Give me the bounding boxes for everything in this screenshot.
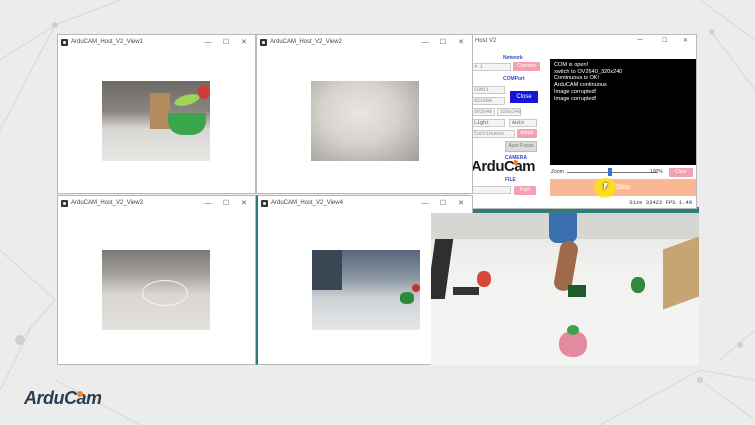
minimize-icon[interactable]: — <box>416 200 434 207</box>
view2-titlebar[interactable]: ArduCAM_Host_V2_View2 — ☐ ✕ <box>257 35 472 49</box>
terminal-line: ArduCAM continuous <box>554 82 607 89</box>
terminal-line: Image corrupted! <box>554 95 597 102</box>
mouse-cursor-icon <box>604 183 608 190</box>
monitor-edge <box>431 239 454 299</box>
person-arm <box>549 213 577 243</box>
view4-camera-image <box>312 250 420 330</box>
terminal-line: COM is open! <box>554 62 589 68</box>
zoom-slider[interactable] <box>567 172 657 173</box>
app-icon <box>61 38 68 46</box>
adapt-button[interactable]: Adapt <box>517 129 537 138</box>
minimize-icon[interactable]: — <box>199 39 217 46</box>
ip-field[interactable]: 4.1 <box>471 63 511 71</box>
view2-title: ArduCAM_Host_V2_View2 <box>270 39 342 45</box>
brand-logo-text: ArduCam <box>24 388 102 408</box>
auto-focus-button[interactable]: Auto Focus <box>505 141 537 152</box>
close-button[interactable]: Close <box>510 91 538 103</box>
maximize-icon[interactable]: ☐ <box>217 199 235 207</box>
host-logo-dot <box>513 160 518 165</box>
view4-titlebar[interactable]: ArduCAM_Host_V2_View4 — ☐ ✕ <box>258 196 472 210</box>
arducam-host-window: Host V2 — ☐ ✕ Network 4.1 Connect COMPor… <box>466 34 697 209</box>
plant-pot <box>168 113 206 135</box>
view3-camera-image <box>102 250 210 330</box>
zoom-label: Zoom <box>551 169 564 175</box>
app-icon <box>260 38 267 46</box>
terminal-line: Image corrupted! <box>554 88 597 95</box>
plant-flower <box>198 85 210 99</box>
close-icon[interactable]: ✕ <box>235 38 253 46</box>
path-button[interactable]: Path <box>514 186 536 195</box>
maximize-icon[interactable]: ☐ <box>434 199 452 207</box>
view3-title: ArduCAM_Host_V2_View3 <box>71 200 143 206</box>
comport-label: COMPort <box>503 76 525 82</box>
sensor-select[interactable]: OV2640 <box>471 108 495 116</box>
terminal-line: switch to OV2640_320x240 <box>554 68 623 75</box>
maximize-icon[interactable]: ☐ <box>434 38 452 46</box>
view1-window: ArduCAM_Host_V2_View1 — ☐ ✕ <box>57 34 256 194</box>
zoom-percent: 100% <box>650 169 663 175</box>
plant-leaf <box>173 91 201 109</box>
desk-photo-overlay <box>431 213 699 365</box>
host-window-title: Host V2 <box>475 38 497 44</box>
close-icon[interactable]: ✕ <box>452 199 470 207</box>
pot-right <box>631 277 645 293</box>
stop-button[interactable]: Stop <box>550 179 696 196</box>
close-icon[interactable]: ✕ <box>452 38 470 46</box>
minimize-icon[interactable]: — <box>416 39 434 46</box>
light-select[interactable]: Light <box>471 119 505 127</box>
view1-title: ArduCAM_Host_V2_View1 <box>71 39 143 45</box>
pot-center-plant <box>567 325 579 335</box>
maximize-icon[interactable]: ☐ <box>217 38 235 46</box>
minimize-icon[interactable]: — <box>199 200 217 207</box>
brand-logo-dot <box>77 391 83 397</box>
wooden-board <box>150 93 170 129</box>
clear-button[interactable]: Clear <box>669 168 693 177</box>
cardboard-box <box>663 236 699 310</box>
host-maximize-button[interactable]: ☐ <box>662 37 667 44</box>
black-module <box>453 287 479 295</box>
green-object <box>400 292 414 304</box>
baud-select[interactable]: 921600 <box>471 97 505 105</box>
pot-left <box>477 271 491 287</box>
view4-title: ArduCAM_Host_V2_View4 <box>271 200 343 206</box>
view3-window: ArduCAM_Host_V2_View3 — ☐ ✕ <box>57 195 256 365</box>
app-icon <box>261 199 268 207</box>
dark-monitor <box>312 250 342 290</box>
camera-board <box>568 285 586 297</box>
terminal-line: Continuous is OK! <box>554 75 600 82</box>
auto-select[interactable]: Auto <box>509 119 537 127</box>
view1-camera-image <box>102 81 210 161</box>
com-select[interactable]: COM11 <box>471 86 505 94</box>
network-label: Network <box>503 55 523 61</box>
view3-titlebar[interactable]: ArduCAM_Host_V2_View3 — ☐ ✕ <box>58 196 255 210</box>
close-icon[interactable]: ✕ <box>235 199 253 207</box>
brand-logo: ArduCam <box>24 388 102 409</box>
connect-button[interactable]: Connect <box>513 62 540 71</box>
zoom-slider-handle[interactable] <box>608 168 612 176</box>
status-text: Size 33422 FPS 1.40 <box>629 199 692 206</box>
host-logo: ArduCam <box>471 158 536 175</box>
log-terminal: COM is open! switch to OV2640_320x240 Co… <box>550 59 696 165</box>
view2-camera-image <box>311 81 419 161</box>
file-label: FILE <box>505 177 516 183</box>
resolution-select[interactable]: 320x240 <box>497 108 521 116</box>
red-object <box>412 284 420 292</box>
cable-curve <box>142 280 188 306</box>
mode-select[interactable]: Continuous <box>471 130 515 138</box>
host-close-button[interactable]: ✕ <box>683 37 688 44</box>
view1-titlebar[interactable]: ArduCAM_Host_V2_View1 — ☐ ✕ <box>58 35 255 49</box>
app-icon <box>61 199 68 207</box>
host-minimize-button[interactable]: — <box>637 37 643 43</box>
view2-window: ArduCAM_Host_V2_View2 — ☐ ✕ <box>256 34 473 194</box>
path-field[interactable] <box>471 186 511 194</box>
